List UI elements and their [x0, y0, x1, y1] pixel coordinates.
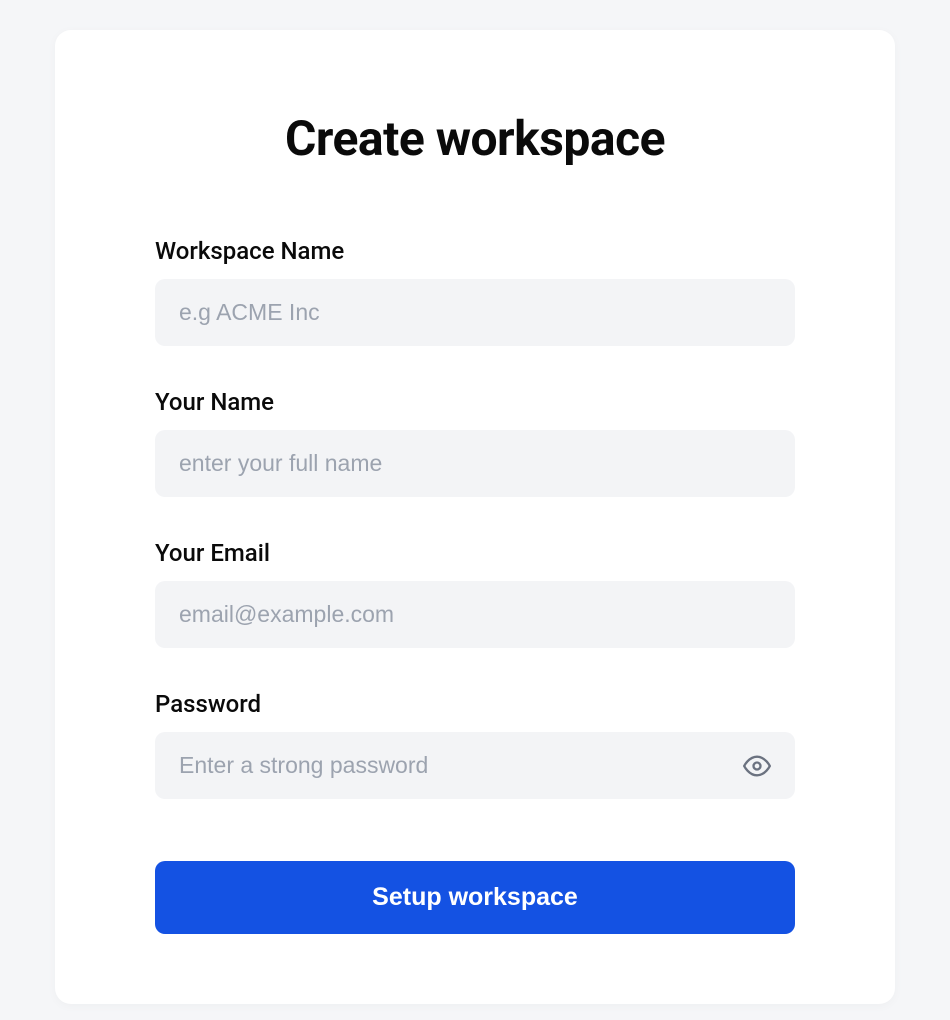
your-email-label: Your Email: [155, 539, 795, 567]
page-title: Create workspace: [155, 110, 795, 167]
your-name-input-wrap: [155, 430, 795, 497]
workspace-name-input-wrap: [155, 279, 795, 346]
workspace-name-field: Workspace Name: [155, 237, 795, 346]
your-email-input[interactable]: [155, 581, 795, 648]
your-email-field: Your Email: [155, 539, 795, 648]
workspace-name-label: Workspace Name: [155, 237, 795, 265]
your-name-field: Your Name: [155, 388, 795, 497]
password-input-wrap: [155, 732, 795, 799]
your-email-input-wrap: [155, 581, 795, 648]
setup-workspace-button[interactable]: Setup workspace: [155, 861, 795, 934]
eye-icon: [743, 752, 771, 780]
password-input[interactable]: [155, 732, 795, 799]
create-workspace-card: Create workspace Workspace Name Your Nam…: [55, 30, 895, 1004]
workspace-name-input[interactable]: [155, 279, 795, 346]
your-name-input[interactable]: [155, 430, 795, 497]
password-label: Password: [155, 690, 795, 718]
password-field: Password: [155, 690, 795, 799]
your-name-label: Your Name: [155, 388, 795, 416]
toggle-password-visibility-button[interactable]: [737, 746, 777, 786]
